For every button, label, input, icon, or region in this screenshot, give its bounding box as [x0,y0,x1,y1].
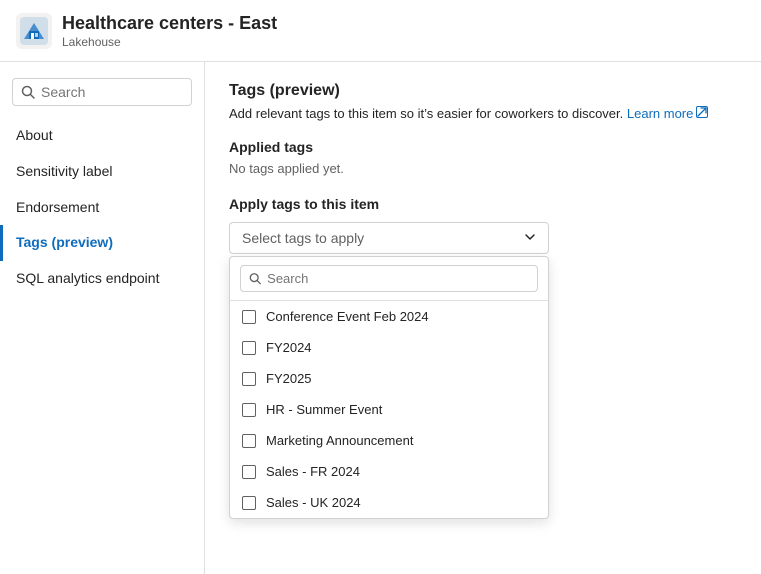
chevron-down-icon [524,231,536,246]
sidebar: About Sensitivity label Endorsement Tags… [0,62,205,574]
sidebar-search-icon [21,85,35,99]
tag-option-fy2025[interactable]: FY2025 [230,363,548,394]
tag-option-fy2024[interactable]: FY2024 [230,332,548,363]
sidebar-item-tags-preview[interactable]: Tags (preview) [0,225,204,261]
dropdown-search-icon [249,272,261,285]
tag-label-fy2024: FY2024 [266,340,312,355]
tag-label-hr-summer: HR - Summer Event [266,402,382,417]
tag-label-fy2025: FY2025 [266,371,312,386]
main-content: Tags (preview) Add relevant tags to this… [205,62,761,574]
apply-tags-label: Apply tags to this item [229,196,737,212]
sidebar-search-box[interactable] [12,78,192,106]
header: Healthcare centers - East Lakehouse [0,0,761,62]
layout: About Sensitivity label Endorsement Tags… [0,62,761,574]
checkbox-sales-uk[interactable] [242,496,256,510]
sidebar-item-sql-analytics[interactable]: SQL analytics endpoint [0,261,204,297]
lakehouse-icon [16,13,52,49]
applied-tags-label: Applied tags [229,139,737,155]
tag-option-conf-event[interactable]: Conference Event Feb 2024 [230,301,548,332]
tag-option-sales-uk[interactable]: Sales - UK 2024 [230,487,548,518]
checkbox-marketing[interactable] [242,434,256,448]
sidebar-item-about[interactable]: About [0,118,204,154]
tag-label-conf-event: Conference Event Feb 2024 [266,309,429,324]
tag-label-marketing: Marketing Announcement [266,433,413,448]
tags-dropdown-trigger[interactable]: Select tags to apply [229,222,549,254]
external-link-icon [696,106,708,121]
tag-label-sales-fr: Sales - FR 2024 [266,464,360,479]
section-description: Add relevant tags to this item so it’s e… [229,106,737,121]
tag-option-sales-fr[interactable]: Sales - FR 2024 [230,456,548,487]
learn-more-link[interactable]: Learn more [627,106,708,121]
dropdown-search-wrapper [230,257,548,301]
checkbox-conf-event[interactable] [242,310,256,324]
tag-label-sales-uk: Sales - UK 2024 [266,495,361,510]
no-tags-text: No tags applied yet. [229,161,737,176]
tag-option-hr-summer[interactable]: HR - Summer Event [230,394,548,425]
section-title: Tags (preview) [229,82,737,100]
header-subtitle: Lakehouse [62,35,277,49]
checkbox-fy2025[interactable] [242,372,256,386]
header-text: Healthcare centers - East Lakehouse [62,12,277,49]
tags-dropdown-panel: Conference Event Feb 2024 FY2024 FY2025 … [229,256,549,519]
checkbox-fy2024[interactable] [242,341,256,355]
sidebar-search-wrapper [0,74,204,118]
dropdown-search-box[interactable] [240,265,538,292]
dropdown-trigger-text: Select tags to apply [242,230,364,246]
checkbox-sales-fr[interactable] [242,465,256,479]
dropdown-search-input[interactable] [267,271,529,286]
header-title: Healthcare centers - East [62,12,277,35]
tag-option-marketing[interactable]: Marketing Announcement [230,425,548,456]
sidebar-item-endorsement[interactable]: Endorsement [0,190,204,226]
sidebar-item-sensitivity-label[interactable]: Sensitivity label [0,154,204,190]
sidebar-search-input[interactable] [41,84,183,100]
checkbox-hr-summer[interactable] [242,403,256,417]
